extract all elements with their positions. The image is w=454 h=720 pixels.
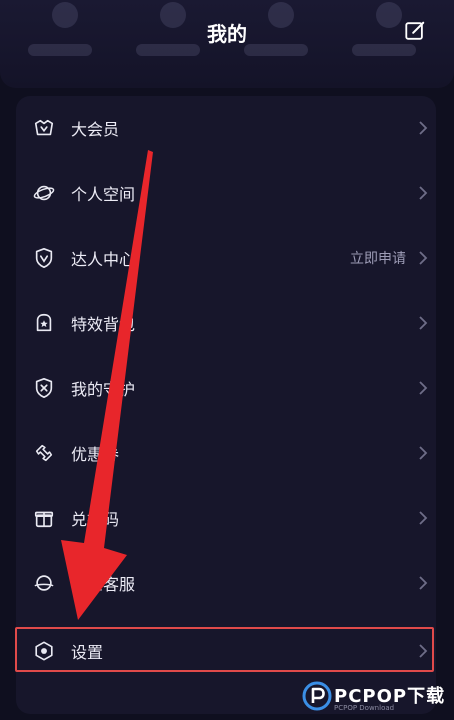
menu-item-personal-space[interactable]: 个人空间 (16, 168, 436, 218)
gift-icon (34, 511, 54, 528)
vip-crown-icon (34, 119, 54, 136)
pcpop-logo-icon (302, 681, 332, 711)
chevron-right-icon (419, 576, 428, 590)
pcpop-watermark: PCPOP下载 PCPOP Download (298, 680, 448, 714)
menu-item-customer-service[interactable]: 联系客服 (16, 558, 436, 608)
edit-icon[interactable] (404, 20, 426, 42)
menu-item-coupons[interactable]: 优惠券 (16, 428, 436, 478)
chevron-right-icon (419, 316, 428, 330)
headset-icon (34, 575, 54, 591)
menu-item-label: 联系客服 (71, 575, 136, 594)
chevron-right-icon (419, 446, 428, 460)
menu-item-label: 特效背包 (71, 315, 136, 334)
menu-item-label: 个人空间 (71, 185, 136, 204)
menu-item-label: 优惠券 (71, 445, 120, 464)
shield-icon (35, 378, 53, 398)
chevron-right-icon (419, 511, 428, 525)
chevron-right-icon (419, 121, 428, 135)
menu-item-creator-center[interactable]: 达人中心 立即申请 (16, 233, 436, 283)
backpack-icon (36, 313, 52, 332)
menu-item-label: 达人中心 (71, 250, 136, 269)
menu-item-label: 我的守护 (71, 380, 136, 399)
menu-item-vip[interactable]: 大会员 (16, 103, 436, 153)
menu-item-my-guardian[interactable]: 我的守护 (16, 363, 436, 413)
chevron-right-icon (419, 186, 428, 200)
menu-card: 大会员 个人空间 达人中心 立即申请 特效背包 我的守护 优惠券 兑换码 联系客… (16, 96, 436, 714)
chevron-right-icon (419, 251, 428, 265)
menu-item-label: 兑换码 (71, 510, 120, 529)
planet-icon (33, 185, 55, 201)
watermark-sub: PCPOP Download (334, 704, 395, 712)
apply-now-text[interactable]: 立即申请 (350, 248, 406, 268)
menu-item-label: 大会员 (71, 120, 120, 139)
settings-highlight-box (15, 627, 434, 672)
page-title: 我的 (207, 22, 247, 46)
menu-item-redeem-code[interactable]: 兑换码 (16, 493, 436, 543)
coupon-icon (35, 444, 53, 462)
chevron-right-icon (419, 381, 428, 395)
menu-item-effects-backpack[interactable]: 特效背包 (16, 298, 436, 348)
verified-v-icon (35, 248, 53, 268)
top-header: 我的 (0, 0, 454, 88)
